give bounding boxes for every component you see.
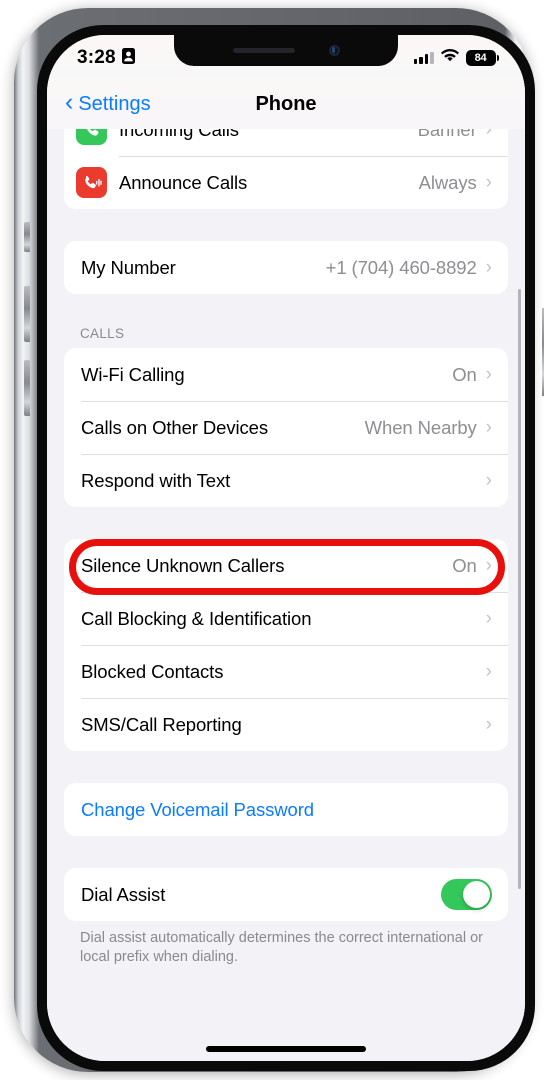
row-value: Always <box>418 171 477 193</box>
navigation-bar: ‹ Settings Phone <box>47 79 525 129</box>
wifi-icon <box>440 49 459 67</box>
volume-down-button[interactable] <box>24 360 30 416</box>
chevron-right-icon: › <box>485 470 492 491</box>
row-label: Incoming Calls <box>119 129 239 140</box>
row-respond-with-text[interactable]: Respond with Text › <box>81 454 508 507</box>
row-label: Silence Unknown Callers <box>81 554 285 576</box>
row-silence-unknown-callers[interactable]: Silence Unknown Callers On › <box>81 539 508 592</box>
row-dial-assist[interactable]: Dial Assist <box>81 868 508 921</box>
row-wifi-calling[interactable]: Wi-Fi Calling On › <box>81 348 508 401</box>
dial-assist-toggle[interactable] <box>441 879 492 910</box>
row-value: When Nearby <box>364 416 477 438</box>
row-label: Respond with Text <box>81 469 231 491</box>
chevron-right-icon: › <box>485 714 492 735</box>
dial-assist-footer-text: Dial assist automatically determines the… <box>80 930 483 966</box>
row-announce-calls[interactable]: Announce Calls Always › <box>64 156 508 209</box>
toggle-knob <box>463 881 490 908</box>
chevron-right-icon: › <box>485 417 492 438</box>
row-label: SMS/Call Reporting <box>81 713 242 735</box>
battery-icon: 84 <box>465 50 499 66</box>
announce-calls-icon <box>76 167 107 198</box>
front-camera-icon <box>328 45 340 56</box>
row-sms-call-reporting[interactable]: SMS/Call Reporting › <box>81 698 508 751</box>
row-change-voicemail-password[interactable]: Change Voicemail Password <box>81 783 508 836</box>
row-incoming-calls[interactable]: Incoming Calls Banner › <box>64 129 508 156</box>
chevron-right-icon: › <box>485 364 492 385</box>
row-label: Blocked Contacts <box>81 660 224 682</box>
row-label: Call Blocking & Identification <box>81 607 312 629</box>
row-blocked-contacts[interactable]: Blocked Contacts › <box>81 645 508 698</box>
status-bar-left: 3:28 <box>77 47 135 69</box>
vertical-scrollbar[interactable] <box>518 289 521 889</box>
voicemail-group: Change Voicemail Password <box>64 783 508 836</box>
dial-assist-group: Dial Assist <box>64 868 508 921</box>
earpiece-speaker-icon <box>232 48 295 53</box>
chevron-left-icon: ‹ <box>65 88 74 116</box>
chevron-right-icon: › <box>485 661 492 682</box>
battery-cap <box>497 55 499 61</box>
chevron-right-icon: › <box>485 129 492 140</box>
chevron-right-icon: › <box>485 172 492 193</box>
phone-screen: 3:28 84 ‹ Settings Phone Incoming Calls … <box>47 35 525 1061</box>
back-button-settings[interactable]: ‹ Settings <box>65 88 151 116</box>
phone-device-frame: 3:28 84 ‹ Settings Phone Incoming Calls … <box>14 8 544 1072</box>
battery-level-text: 84 <box>465 50 496 66</box>
row-value: On <box>452 554 477 576</box>
home-indicator[interactable] <box>206 1046 366 1052</box>
row-label: Announce Calls <box>119 171 248 193</box>
row-value: +1 (704) 460-8892 <box>325 256 477 278</box>
my-number-group: My Number +1 (704) 460-8892 › <box>64 241 508 294</box>
status-time: 3:28 <box>77 47 116 68</box>
call-blocking-group: Silence Unknown Callers On › Call Blocki… <box>64 539 508 751</box>
row-label: My Number <box>81 256 176 278</box>
row-label: Wi-Fi Calling <box>81 363 185 385</box>
chevron-right-icon: › <box>485 608 492 629</box>
calls-group: Wi-Fi Calling On › Calls on Other Device… <box>64 348 508 507</box>
row-label: Calls on Other Devices <box>81 416 268 438</box>
cellular-signal-icon <box>413 52 434 64</box>
notch <box>174 35 398 66</box>
row-value: On <box>452 363 477 385</box>
row-label: Dial Assist <box>81 883 166 905</box>
notifications-group: Incoming Calls Banner › Announce Calls A… <box>64 129 508 209</box>
back-button-label: Settings <box>78 92 151 115</box>
section-header-calls: CALLS <box>80 326 125 341</box>
row-calls-on-other-devices[interactable]: Calls on Other Devices When Nearby › <box>81 401 508 454</box>
row-value: Banner <box>417 129 477 140</box>
settings-scroll-view[interactable]: Incoming Calls Banner › Announce Calls A… <box>47 129 525 1061</box>
chevron-right-icon: › <box>485 555 492 576</box>
volume-up-button[interactable] <box>24 286 30 342</box>
contact-card-icon <box>121 47 135 69</box>
phone-green-icon <box>76 129 107 145</box>
chevron-right-icon: › <box>485 257 492 278</box>
status-bar-right: 84 <box>413 49 499 67</box>
row-call-blocking-and-identification[interactable]: Call Blocking & Identification › <box>81 592 508 645</box>
row-my-number[interactable]: My Number +1 (704) 460-8892 › <box>81 241 508 294</box>
mute-switch[interactable] <box>24 222 30 252</box>
row-label: Change Voicemail Password <box>81 798 314 820</box>
